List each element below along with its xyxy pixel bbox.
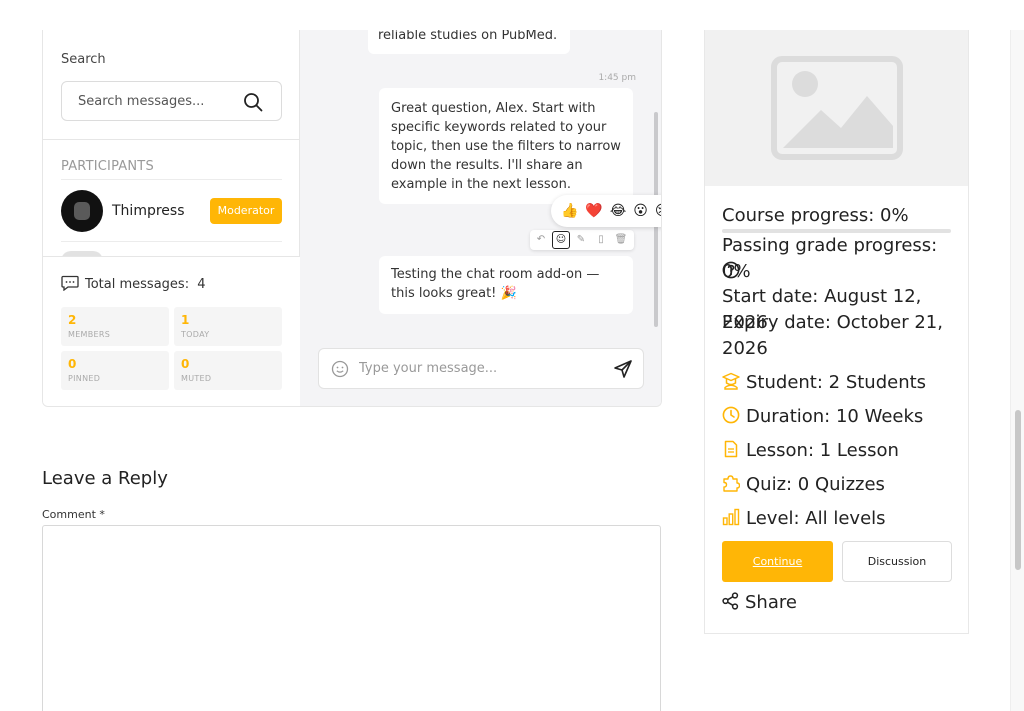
meta-duration: Duration: 10 Weeks — [722, 406, 923, 427]
message-composer — [318, 348, 644, 389]
quiz-text: Quiz: 0 Quizzes — [746, 474, 885, 495]
emoji-react-icon[interactable]: ☺ — [552, 231, 570, 249]
bookmark-icon[interactable]: ▯ — [594, 233, 608, 247]
stat-value: 2 — [68, 313, 77, 327]
stat-today: 1 TODAY — [174, 307, 282, 346]
message-bubble: Great question, Alex. Start with specifi… — [379, 88, 633, 204]
clock-icon — [722, 406, 740, 424]
meta-quiz: Quiz: 0 Quizzes — [722, 474, 885, 495]
stat-pinned: 0 PINNED — [61, 351, 169, 390]
discussion-button[interactable]: Discussion — [842, 541, 952, 582]
share-icon — [722, 592, 739, 610]
total-messages-label: Total messages: — [85, 277, 190, 292]
participants-heading: PARTICIPANTS — [61, 159, 154, 174]
emoji-icon[interactable] — [331, 360, 349, 378]
search-label: Search — [61, 52, 106, 67]
passing-progress-text: Passing grade progress: 0% — [722, 235, 938, 282]
total-messages-count: 4 — [197, 277, 206, 292]
avatar — [61, 190, 103, 232]
search-input[interactable] — [78, 82, 238, 120]
help-icon[interactable] — [722, 261, 740, 279]
search-icon[interactable] — [243, 92, 263, 112]
course-sidebar: Course progress: 0% Passing grade progre… — [704, 0, 969, 634]
edit-icon[interactable]: ✎ — [574, 233, 588, 247]
message-time: 1:45 pm — [598, 73, 636, 83]
level-text: Level: All levels — [746, 508, 886, 529]
participant-name: Thimpress — [112, 203, 185, 219]
stat-value: 0 — [68, 357, 77, 371]
message-area: reliable studies on PubMed. 1:45 pm Grea… — [300, 0, 661, 406]
search-box — [61, 81, 282, 121]
image-placeholder-icon — [771, 56, 903, 160]
student-icon — [722, 372, 740, 390]
continue-button[interactable]: Continue — [722, 541, 833, 582]
stat-value: 0 — [181, 357, 190, 371]
divider — [61, 241, 282, 242]
comment-label: Comment * — [42, 508, 105, 521]
stat-label: PINNED — [68, 374, 101, 383]
stat-muted: 0 MUTED — [174, 351, 282, 390]
page-scrollbar-thumb[interactable] — [1015, 410, 1021, 570]
message-actions: ↶ ☺ ✎ ▯ 🗑 — [530, 230, 634, 250]
meta-student: Student: 2 Students — [722, 372, 926, 393]
divider — [61, 179, 282, 180]
message-input[interactable] — [359, 349, 599, 388]
total-messages: Total messages: 4 — [61, 275, 206, 292]
meta-level: Level: All levels — [722, 508, 886, 529]
lesson-text: Lesson: 1 Lesson — [746, 440, 899, 461]
moderator-badge: Moderator — [210, 198, 282, 224]
student-text: Student: 2 Students — [746, 372, 927, 393]
delete-icon[interactable]: 🗑 — [614, 233, 628, 247]
send-icon[interactable] — [613, 359, 633, 379]
divider — [43, 139, 300, 140]
stat-members: 2 MEMBERS — [61, 307, 169, 346]
top-bar — [0, 0, 1024, 30]
reaction-picker[interactable]: 👍❤️😂😮😢🎉 — [551, 195, 661, 227]
meta-lesson: Lesson: 1 Lesson — [722, 440, 899, 461]
reply-heading: Leave a Reply — [42, 468, 168, 489]
duration-text: Duration: 10 Weeks — [746, 406, 924, 427]
comment-textarea[interactable] — [42, 525, 661, 711]
message-icon — [61, 275, 79, 291]
stat-value: 1 — [181, 313, 190, 327]
stat-label: TODAY — [181, 330, 210, 339]
puzzle-icon — [723, 475, 740, 492]
reply-icon[interactable]: ↶ — [534, 233, 548, 247]
level-bars-icon — [722, 508, 740, 526]
chat-stats: Total messages: 4 2 MEMBERS 1 TODAY 0 PI… — [43, 256, 300, 406]
chat-room: Search PARTICIPANTS Thimpress Moderator — [42, 0, 662, 407]
message-bubble: Testing the chat room add-on — this look… — [379, 256, 633, 314]
stat-label: MUTED — [181, 374, 212, 383]
share-text: Share — [745, 592, 797, 613]
participant-item[interactable]: Thimpress Moderator — [61, 189, 282, 233]
page: Search PARTICIPANTS Thimpress Moderator — [0, 0, 1024, 711]
lesson-icon — [724, 440, 738, 458]
chat-sidebar: Search PARTICIPANTS Thimpress Moderator — [43, 0, 300, 406]
page-scrollbar[interactable] — [1010, 30, 1024, 711]
expiry-date: Expiry date: October 21, 2026 — [722, 312, 943, 359]
stat-label: MEMBERS — [68, 330, 111, 339]
share-link[interactable]: Share — [722, 592, 797, 613]
course-progress-text: Course progress: 0% — [722, 205, 909, 226]
